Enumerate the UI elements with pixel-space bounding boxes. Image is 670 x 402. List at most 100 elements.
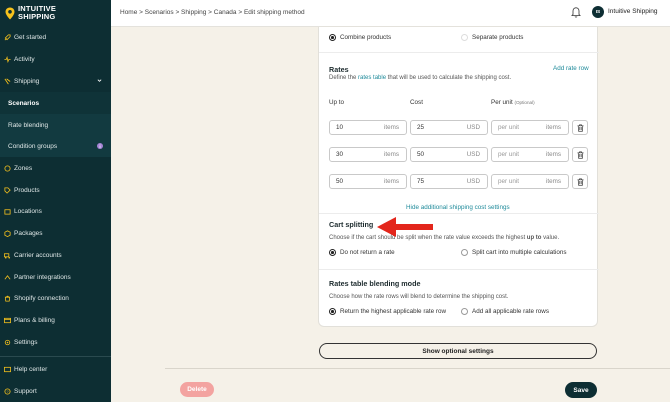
upto-input[interactable]: 10 items: [329, 120, 407, 135]
brand-logo[interactable]: INTUITIVE SHIPPING: [5, 5, 56, 21]
sidebar-item-support[interactable]: ? Support: [0, 380, 111, 402]
col-header-upto: Up to: [329, 99, 345, 106]
sidebar-item-partner-integrations[interactable]: Partner integrations: [0, 266, 111, 288]
user-name[interactable]: Intuitive Shipping: [608, 8, 658, 15]
return-highest-rate-option[interactable]: Return the highest applicable rate row: [329, 308, 446, 315]
rates-title: Rates: [329, 65, 349, 74]
sidebar-item-label: Shipping: [14, 77, 40, 85]
sidebar-item-help-center[interactable]: Help center: [0, 358, 111, 380]
avatar[interactable]: IS: [592, 6, 604, 18]
option-label: Return the highest applicable rate row: [340, 308, 447, 315]
sidebar-item-scenarios[interactable]: Scenarios: [0, 92, 111, 114]
sidebar-item-locations[interactable]: Locations: [0, 200, 111, 222]
sidebar-item-packages[interactable]: Packages: [0, 222, 111, 244]
divider: [319, 269, 599, 270]
sidebar-divider: [0, 356, 111, 357]
sidebar-item-plans-billing[interactable]: Plans & billing: [0, 309, 111, 331]
sidebar-item-activity[interactable]: Activity: [0, 48, 111, 70]
radio-unselected[interactable]: [461, 249, 468, 256]
gear-icon: [4, 339, 11, 346]
support-icon: ?: [4, 387, 11, 395]
trash-icon: [577, 123, 583, 132]
sidebar: INTUITIVE SHIPPING Get started Activity …: [0, 0, 111, 402]
upto-input[interactable]: 50 items: [329, 174, 407, 189]
sidebar-item-shipping[interactable]: Shipping: [0, 70, 111, 92]
locations-icon: [4, 208, 11, 215]
trash-icon: [577, 150, 583, 159]
brand-name: INTUITIVE SHIPPING: [18, 4, 57, 21]
blending-mode-title: Rates table blending mode: [329, 279, 421, 288]
sidebar-item-label: Rate blending: [8, 121, 49, 129]
sidebar-item-label: Packages: [14, 229, 43, 237]
do-not-return-rate-option[interactable]: Do not return a rate: [329, 249, 395, 256]
add-rate-row-link[interactable]: Add rate row: [553, 65, 589, 72]
shipping-icon: [4, 78, 11, 85]
shopify-icon: [4, 295, 11, 302]
col-header-cost: Cost: [410, 99, 423, 106]
delete-row-button[interactable]: [572, 120, 588, 135]
carrier-icon: [4, 252, 11, 259]
top-bar: Home > Scenarios > Shipping > Canada > E…: [111, 0, 670, 27]
radio-selected[interactable]: [329, 249, 336, 256]
bell-icon[interactable]: [571, 6, 581, 18]
separate-products-option[interactable]: Separate products: [461, 34, 523, 41]
sidebar-item-products[interactable]: Products: [0, 179, 111, 201]
radio-unselected[interactable]: [461, 34, 468, 41]
per-unit-input[interactable]: per unit items: [491, 147, 569, 162]
footer-divider: [165, 368, 670, 369]
combine-products-option[interactable]: Combine products: [329, 34, 391, 41]
zones-icon: [4, 164, 11, 172]
cart-splitting-description: Choose if the cart should be split when …: [329, 235, 560, 241]
radio-selected[interactable]: [329, 308, 336, 315]
help-icon: [4, 366, 11, 373]
billing-icon: [4, 317, 11, 324]
chevron-down-icon: [97, 79, 102, 82]
sidebar-item-get-started[interactable]: Get started: [0, 26, 111, 48]
split-cart-option[interactable]: Split cart into multiple calculations: [461, 249, 567, 256]
upto-input[interactable]: 30 items: [329, 147, 407, 162]
rocket-icon: [4, 33, 11, 41]
cost-input[interactable]: 75 USD: [410, 174, 488, 189]
annotation-arrow-icon: [377, 217, 433, 237]
cost-input[interactable]: 25 USD: [410, 120, 488, 135]
sidebar-item-shopify-connection[interactable]: Shopify connection: [0, 287, 111, 309]
radio-unselected[interactable]: [461, 308, 468, 315]
location-pin-icon: [5, 7, 15, 19]
sidebar-item-settings[interactable]: Settings: [0, 331, 111, 353]
save-button[interactable]: Save: [565, 382, 597, 398]
activity-icon: [4, 55, 11, 63]
per-unit-input[interactable]: per unit items: [491, 174, 569, 189]
divider: [319, 52, 599, 53]
sidebar-item-label: Shopify connection: [14, 294, 69, 302]
sidebar-item-label: Get started: [14, 33, 47, 41]
sidebar-item-zones[interactable]: Zones: [0, 157, 111, 179]
delete-row-button[interactable]: [572, 174, 588, 189]
sidebar-item-label: Activity: [14, 55, 35, 63]
sidebar-item-label: Scenarios: [8, 99, 40, 107]
partner-icon: [4, 274, 11, 281]
shipping-method-card: Combine products Separate products Rates…: [318, 27, 599, 327]
sidebar-item-label: Zones: [14, 164, 33, 172]
radio-selected[interactable]: [329, 34, 336, 41]
add-all-rates-option[interactable]: Add all applicable rate rows: [461, 308, 549, 315]
divider: [319, 213, 599, 214]
blending-mode-description: Choose how the rate rows will blend to d…: [329, 294, 509, 300]
hide-additional-settings-link[interactable]: Hide additional shipping cost settings: [406, 204, 510, 211]
delete-row-button[interactable]: [572, 147, 588, 162]
rates-table-link[interactable]: rates table: [358, 75, 386, 81]
sidebar-item-label: Help center: [14, 365, 48, 373]
sidebar-item-condition-groups[interactable]: Condition groups i: [0, 135, 111, 157]
delete-button[interactable]: Delete: [180, 382, 214, 397]
sidebar-item-carrier-accounts[interactable]: Carrier accounts: [0, 244, 111, 266]
option-label: Do not return a rate: [340, 249, 395, 256]
sidebar-item-label: Support: [14, 387, 37, 395]
per-unit-input[interactable]: per unit items: [491, 120, 569, 135]
show-optional-settings-button[interactable]: Show optional settings: [319, 343, 597, 359]
info-badge: i: [97, 143, 103, 149]
sidebar-item-rate-blending[interactable]: Rate blending: [0, 114, 111, 136]
breadcrumb[interactable]: Home > Scenarios > Shipping > Canada > E…: [120, 9, 305, 16]
products-icon: [4, 186, 11, 194]
cost-input[interactable]: 50 USD: [410, 147, 488, 162]
sidebar-item-label: Carrier accounts: [14, 251, 62, 259]
option-label: Separate products: [472, 34, 524, 41]
